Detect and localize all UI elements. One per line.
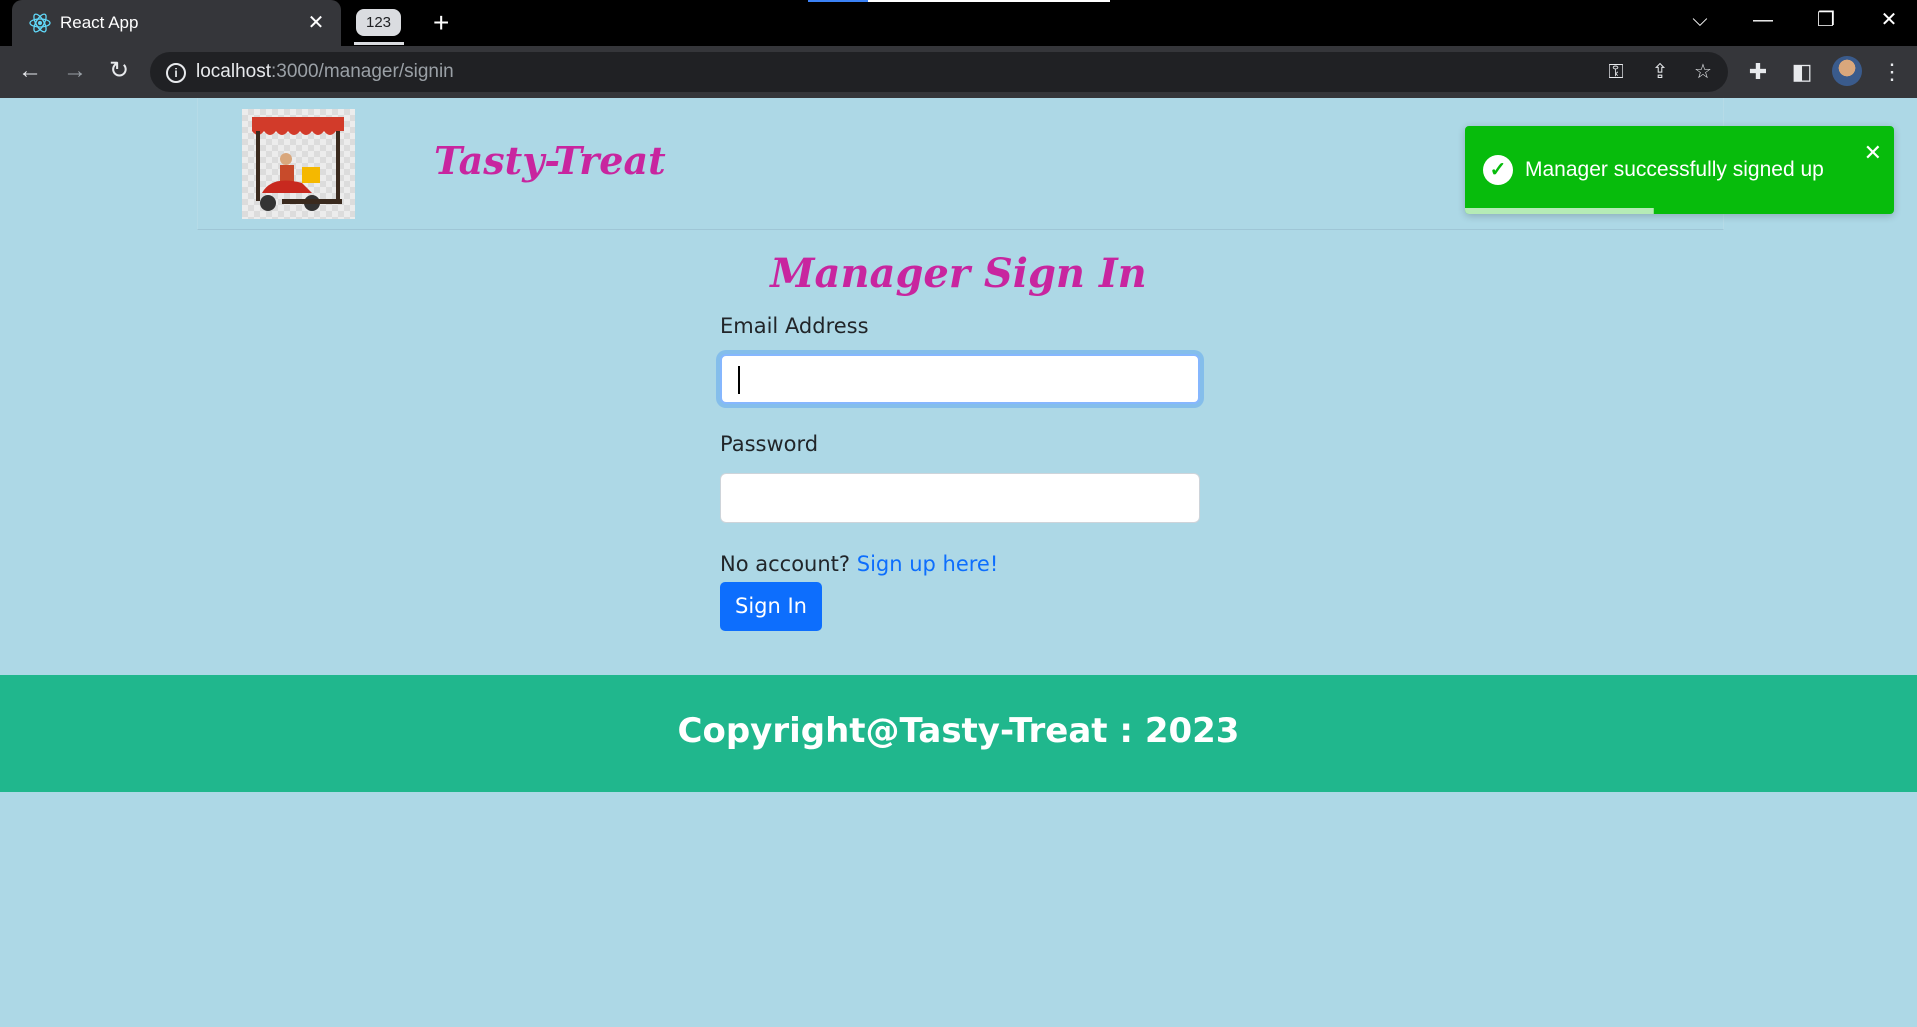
sign-in-button[interactable]: Sign In xyxy=(720,582,822,631)
tab-title: React App xyxy=(60,13,139,32)
address-bar[interactable]: i localhost:3000/manager/signin ⚿ ⇪ ☆ xyxy=(150,52,1728,92)
browser-toolbar: ← → ↻ i localhost:3000/manager/signin ⚿ … xyxy=(0,46,1917,98)
check-circle-icon: ✓ xyxy=(1483,155,1513,185)
share-icon[interactable]: ⇪ xyxy=(1647,60,1673,84)
toast-close-icon[interactable]: ✕ xyxy=(1864,142,1882,164)
password-label: Password xyxy=(720,432,819,456)
key-icon[interactable]: ⚿ xyxy=(1603,60,1629,84)
react-favicon-icon xyxy=(29,13,51,33)
password-input[interactable] xyxy=(720,473,1200,523)
brand-title[interactable]: Tasty-Treat xyxy=(434,138,666,183)
site-info-icon[interactable]: i xyxy=(166,63,186,83)
reload-icon[interactable]: ↻ xyxy=(104,58,134,84)
email-input[interactable] xyxy=(720,354,1200,404)
menu-kebab-icon[interactable]: ⋮ xyxy=(1878,58,1906,86)
browser-tab[interactable]: React App ✕ xyxy=(12,0,341,46)
food-delivery-logo[interactable] xyxy=(242,109,355,219)
side-panel-icon[interactable]: ◧ xyxy=(1788,58,1816,86)
top-accent-bar-blue xyxy=(808,0,868,2)
minimize-icon[interactable]: — xyxy=(1748,8,1778,32)
signup-link[interactable]: Sign up here! xyxy=(857,552,999,576)
form-title: Manager Sign In xyxy=(770,250,1147,297)
logo-illustration xyxy=(252,117,344,211)
success-toast[interactable]: ✓ Manager successfully signed up ✕ xyxy=(1465,126,1894,214)
tab-group-chip[interactable]: 123 xyxy=(356,9,401,36)
window-close-icon[interactable]: ✕ xyxy=(1874,8,1904,32)
bookmark-star-icon[interactable]: ☆ xyxy=(1690,60,1716,84)
toast-message: Manager successfully signed up xyxy=(1525,158,1824,181)
tab-group-underline xyxy=(354,42,404,45)
extensions-icon[interactable]: ✚ xyxy=(1744,58,1772,86)
no-account-row: No account? Sign up here! xyxy=(720,552,998,576)
back-arrow-icon[interactable]: ← xyxy=(15,58,45,84)
restore-icon[interactable]: ❐ xyxy=(1811,8,1841,32)
url-text[interactable]: localhost:3000/manager/signin xyxy=(196,61,454,83)
text-caret xyxy=(738,366,740,394)
site-footer: Copyright@Tasty-Treat : 2023 xyxy=(0,675,1917,792)
new-tab-icon[interactable]: + xyxy=(433,6,449,40)
email-label: Email Address xyxy=(720,314,869,338)
browser-tab-bar: React App ✕ 123 + ⌵ — ❐ ✕ xyxy=(0,0,1917,46)
no-account-text: No account? xyxy=(720,552,851,576)
profile-avatar[interactable] xyxy=(1832,56,1862,86)
toast-progress-bar xyxy=(1465,208,1654,214)
footer-copyright: Copyright@Tasty-Treat : 2023 xyxy=(677,711,1240,751)
tab-search-chevron-icon[interactable]: ⌵ xyxy=(1685,8,1715,32)
tab-close-icon[interactable]: ✕ xyxy=(303,10,329,36)
forward-arrow-icon[interactable]: → xyxy=(60,58,90,84)
